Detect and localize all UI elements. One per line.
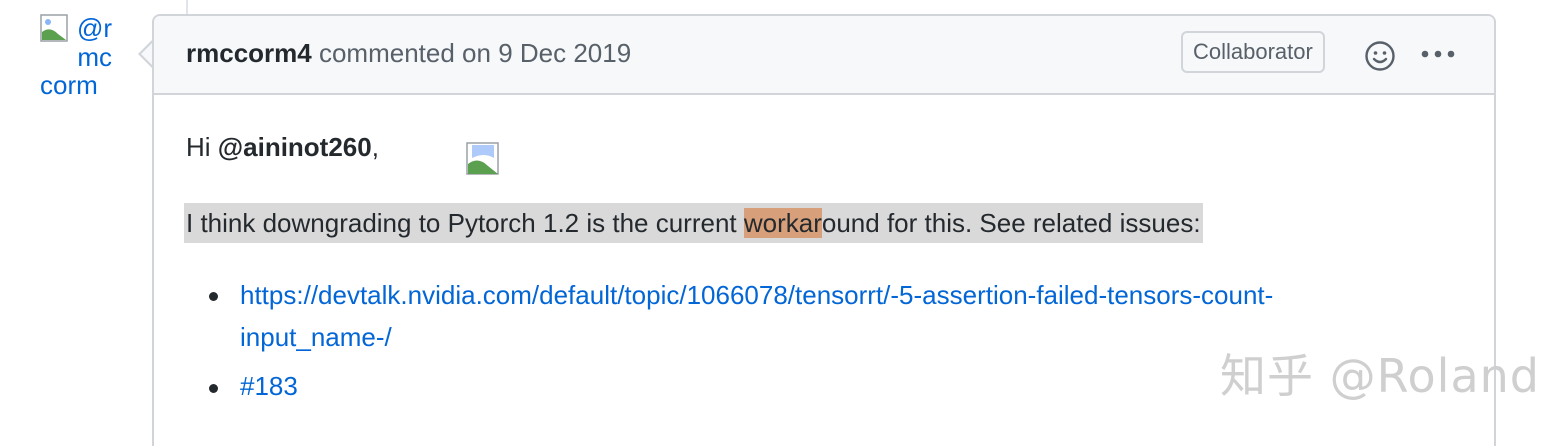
zhihu-watermark: 知乎 @Roland xyxy=(1220,349,1540,403)
author-link[interactable]: rmccorm4 xyxy=(186,38,312,68)
broken-image-icon xyxy=(466,142,499,175)
paragraph-after: ound for this. See related issues: xyxy=(821,208,1201,238)
list-bullet xyxy=(209,384,218,393)
comment-date-link[interactable]: 9 Dec 2019 xyxy=(498,38,631,68)
greeting-suffix: , xyxy=(371,132,379,162)
comment-header: rmccorm4 commented on 9 Dec 2019 Collabo… xyxy=(154,16,1494,95)
list-item: https://devtalk.nvidia.com/default/topic… xyxy=(240,280,1273,311)
paragraph-before: I think downgrading to Pytorch 1.2 is th… xyxy=(186,208,744,238)
avatar-alt-line3: corm xyxy=(40,70,98,100)
comment-action: commented on xyxy=(318,38,491,68)
list-bullet xyxy=(209,292,218,301)
user-mention-link[interactable]: @aininot260 xyxy=(218,132,372,162)
author-avatar[interactable]: @r mc corm xyxy=(40,14,130,104)
greeting-line: Hi @aininot260, xyxy=(186,132,379,163)
selected-paragraph: I think downgrading to Pytorch 1.2 is th… xyxy=(184,203,1203,243)
smiley-icon[interactable] xyxy=(1364,40,1396,72)
greeting-prefix: Hi xyxy=(186,132,218,162)
list-item-continuation: input_name-/ xyxy=(240,322,392,353)
avatar-alt-line2: mc xyxy=(77,42,112,72)
kebab-horizontal-icon[interactable] xyxy=(1420,48,1456,60)
devtalk-link-continued[interactable]: input_name-/ xyxy=(240,322,392,352)
collaborator-badge: Collaborator xyxy=(1181,31,1325,73)
avatar-alt-line1: @r xyxy=(76,13,112,43)
issue-183-link[interactable]: #183 xyxy=(240,371,298,401)
find-highlight: workar xyxy=(743,208,822,238)
list-item: #183 xyxy=(240,371,298,402)
comment-header-text: rmccorm4 commented on 9 Dec 2019 xyxy=(186,38,631,69)
devtalk-link[interactable]: https://devtalk.nvidia.com/default/topic… xyxy=(240,280,1273,310)
